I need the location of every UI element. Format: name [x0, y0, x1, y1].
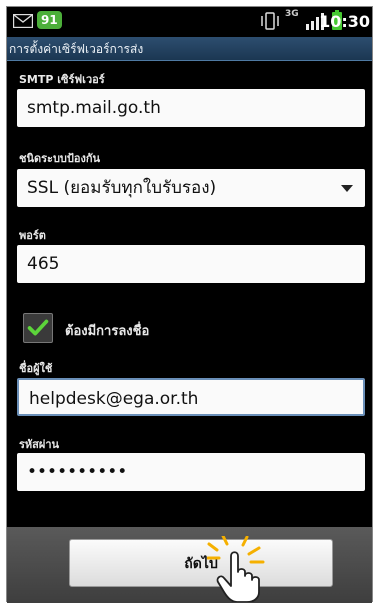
- checkmark-icon: [27, 319, 49, 336]
- hand-cursor-icon: [207, 536, 265, 602]
- screen: 91 3G 10:30 การตั้งค่าเซิร์ฟเวอร์การส่ง …: [6, 6, 373, 603]
- next-button[interactable]: ถัดไป: [69, 539, 333, 587]
- bottom-bar: ถัดไป: [7, 527, 372, 603]
- notification-badge: 91: [37, 11, 62, 29]
- settings-form: SMTP เซิร์ฟเวอร์ smtp.mail.go.th ชนิดระบ…: [7, 62, 372, 532]
- port-label: พอร์ต: [19, 229, 46, 242]
- clock: 10:30: [319, 12, 370, 31]
- password-label: รหัสผ่าน: [19, 438, 60, 451]
- security-type-value: SSL (ยอมรับทุกใบรับรอง): [27, 178, 217, 198]
- port-field[interactable]: 465: [17, 245, 365, 283]
- vibrate-icon: [261, 12, 279, 30]
- mail-icon: [13, 14, 33, 28]
- security-type-select[interactable]: SSL (ยอมรับทุกใบรับรอง): [17, 169, 365, 207]
- phone-frame: 91 3G 10:30 การตั้งค่าเซิร์ฟเวอร์การส่ง …: [0, 0, 379, 608]
- require-signin-row[interactable]: ต้องมีการลงชื่อ: [17, 313, 217, 343]
- username-field[interactable]: helpdesk@ega.or.th: [17, 378, 365, 416]
- status-bar: 91 3G 10:30: [7, 7, 372, 35]
- security-type-label: ชนิดระบบป้องกัน: [19, 152, 101, 165]
- smtp-server-label: SMTP เซิร์ฟเวอร์: [19, 73, 105, 86]
- username-label: ชื่อผู้ใช้: [19, 362, 53, 375]
- require-signin-checkbox[interactable]: [23, 313, 53, 343]
- smtp-server-field[interactable]: smtp.mail.go.th: [17, 89, 365, 127]
- page-title: การตั้งค่าเซิร์ฟเวอร์การส่ง: [7, 37, 372, 61]
- network-type-label: 3G: [285, 9, 299, 19]
- dropdown-arrow-icon: [341, 185, 353, 192]
- require-signin-label: ต้องมีการลงชื่อ: [65, 324, 150, 339]
- password-field[interactable]: ••••••••••: [17, 453, 365, 491]
